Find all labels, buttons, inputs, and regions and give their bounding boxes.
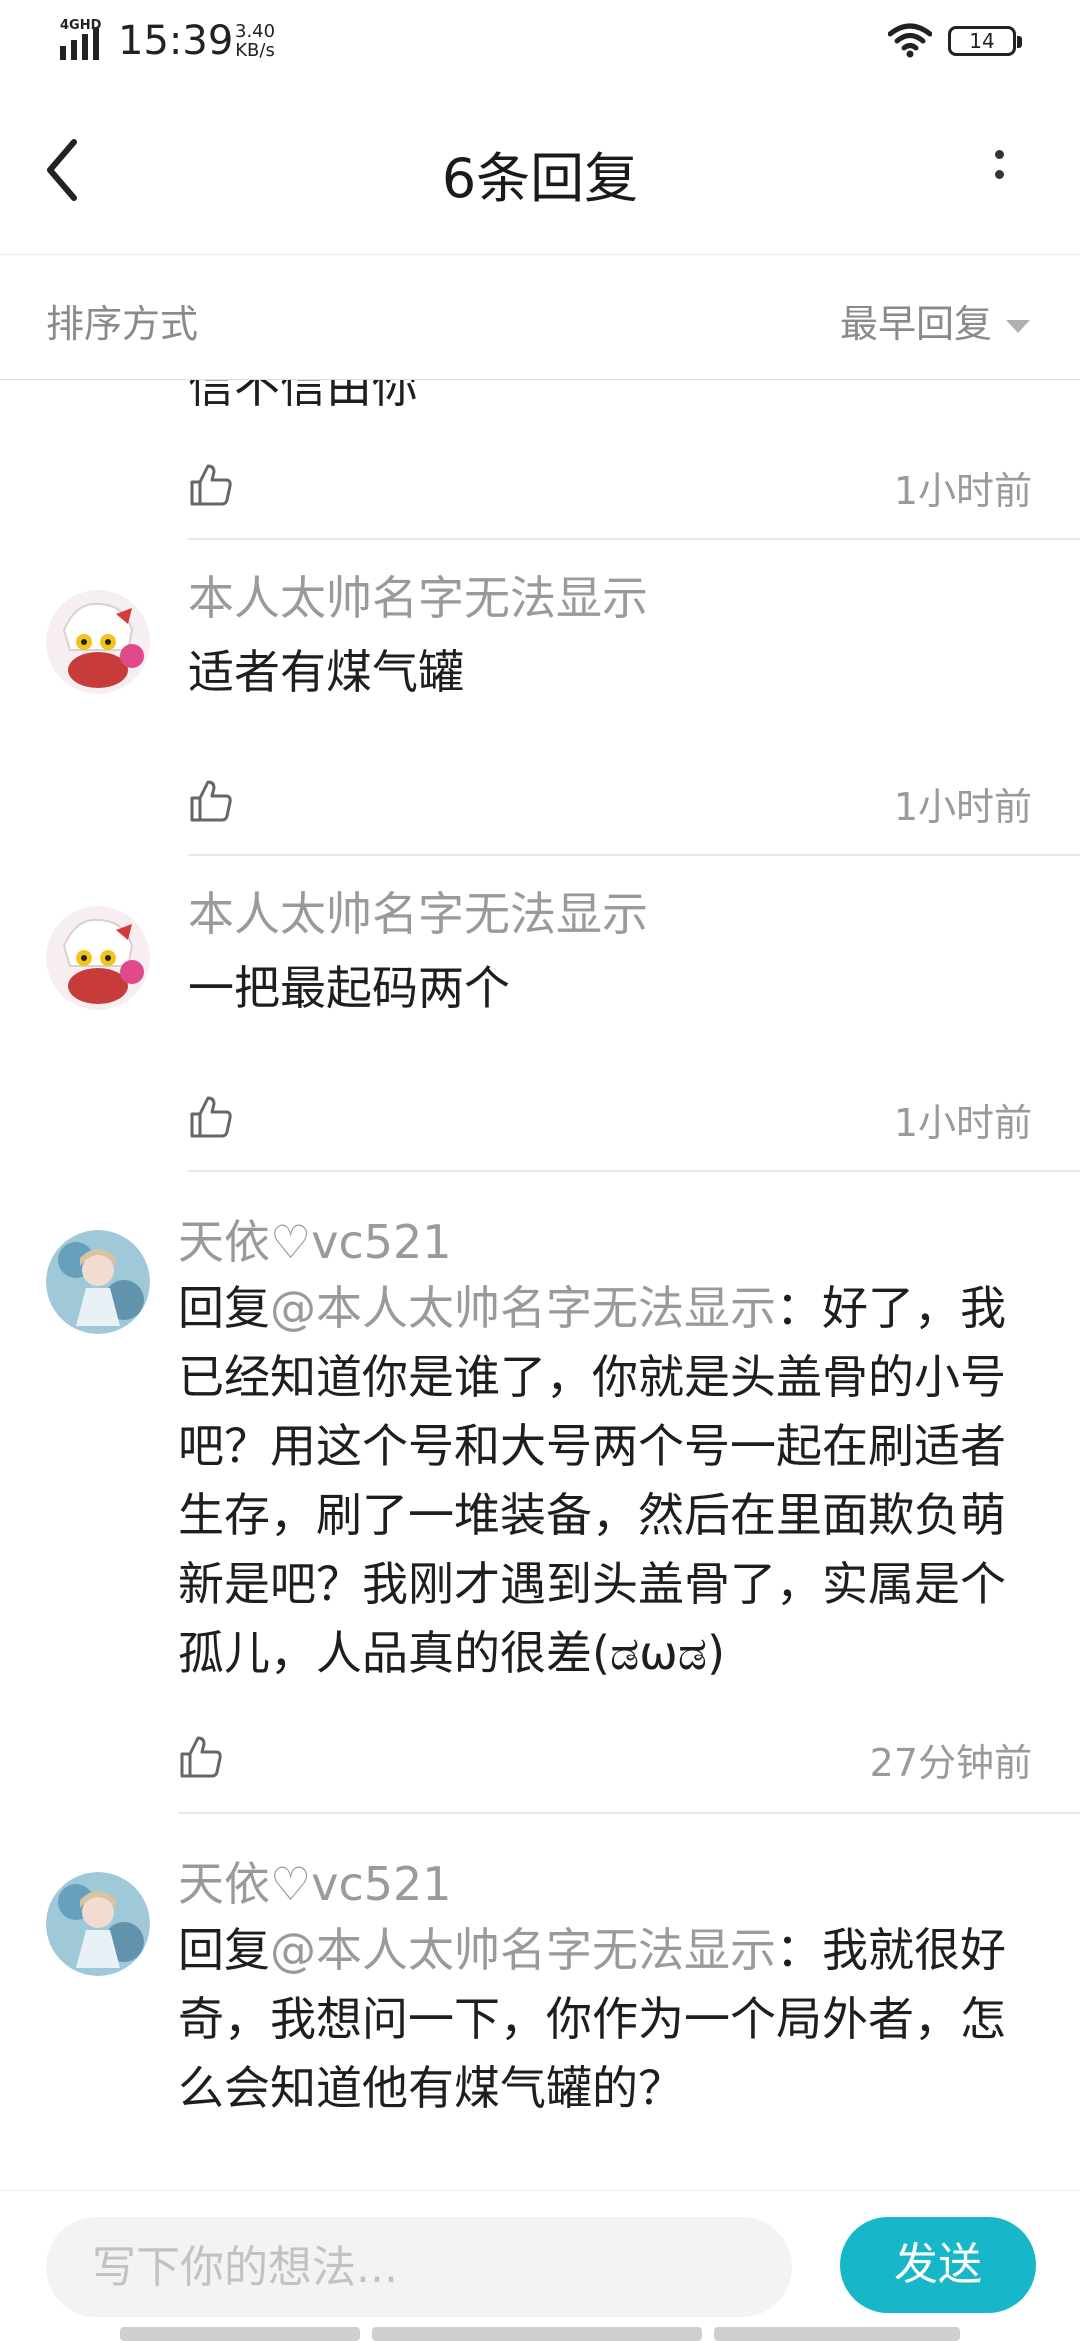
reply-username[interactable]: 本人太帅名字无法显示	[188, 562, 648, 628]
mention-link[interactable]: @本人太帅名字无法显示	[270, 1923, 776, 1977]
status-bar: 4GHD 15:39 3.40 KB/s 14	[0, 0, 1080, 84]
reply-prefix: 回复	[178, 1923, 270, 1977]
avatar[interactable]	[46, 906, 150, 1010]
thumbs-up-icon[interactable]	[188, 1094, 234, 1140]
speed-value: 3.40	[235, 21, 276, 42]
reply-username[interactable]: 本人太帅名字无法显示	[188, 878, 648, 944]
network-speed: 3.40 KB/s	[235, 22, 275, 60]
signal-icon	[60, 28, 99, 60]
mention-link[interactable]: @本人太帅名字无法显示	[270, 1281, 776, 1335]
send-button[interactable]: 发送	[840, 2217, 1036, 2313]
reply-content: 一把最起码两个	[188, 961, 510, 1015]
reply-list[interactable]: 信不信由你 1小时前 本人太帅名字无法显示 适者有煤气罐 1小时前 本人太帅名字…	[0, 380, 1080, 2190]
dropdown-caret-icon	[1006, 320, 1030, 333]
sort-bar: 排序方式 最早回复	[0, 255, 1080, 380]
page-title: 6条回复	[441, 147, 639, 210]
reply-time: 1小时前	[893, 469, 1032, 513]
battery-level: 14	[969, 29, 995, 53]
reply-content: 回复@本人太帅名字无法显示：我就很好奇，我想问一下，你作为一个局外者，怎么会知道…	[178, 1916, 1040, 2123]
comment-input[interactable]	[46, 2217, 792, 2317]
clock: 15:39	[118, 18, 234, 64]
more-icon[interactable]	[980, 140, 1020, 200]
avatar[interactable]	[46, 1872, 150, 1976]
reply-time: 27分钟前	[869, 1741, 1032, 1785]
sort-dropdown[interactable]: 最早回复	[840, 293, 1030, 348]
divider	[188, 1170, 1080, 1172]
battery-icon: 14	[948, 26, 1022, 56]
sort-label: 排序方式	[46, 302, 199, 346]
reply-time: 1小时前	[893, 785, 1032, 829]
thumbs-up-icon[interactable]	[188, 462, 234, 508]
thumbs-up-icon[interactable]	[188, 778, 234, 824]
reply-text: ：好了，我已经知道你是谁了，你就是头盖骨的小号吧？用这个号和大号两个号一起在刷适…	[178, 1281, 1006, 1680]
nav-gesture-bar	[372, 2327, 702, 2341]
sort-selected: 最早回复	[839, 302, 992, 346]
divider	[188, 854, 1080, 856]
thumbs-up-icon[interactable]	[178, 1734, 224, 1780]
divider	[188, 538, 1080, 540]
header: 6条回复	[0, 84, 1080, 255]
reply-username[interactable]: 天依♡vc521	[178, 1848, 452, 1914]
reply-content: 回复@本人太帅名字无法显示：好了，我已经知道你是谁了，你就是头盖骨的小号吧？用这…	[178, 1274, 1040, 1688]
avatar[interactable]	[46, 1230, 150, 1334]
reply-content: 信不信由你	[188, 380, 418, 413]
nav-gesture-bar	[714, 2327, 960, 2341]
divider	[178, 1812, 1080, 1814]
speed-unit: KB/s	[235, 40, 275, 61]
wifi-icon	[888, 23, 932, 58]
reply-username[interactable]: 天依♡vc521	[178, 1206, 452, 1272]
composer-bar: 发送	[0, 2190, 1080, 2341]
nav-gesture-bar	[120, 2327, 360, 2341]
reply-time: 1小时前	[893, 1101, 1032, 1145]
reply-content: 适者有煤气罐	[188, 645, 464, 699]
avatar[interactable]	[46, 590, 150, 694]
reply-prefix: 回复	[178, 1281, 270, 1335]
